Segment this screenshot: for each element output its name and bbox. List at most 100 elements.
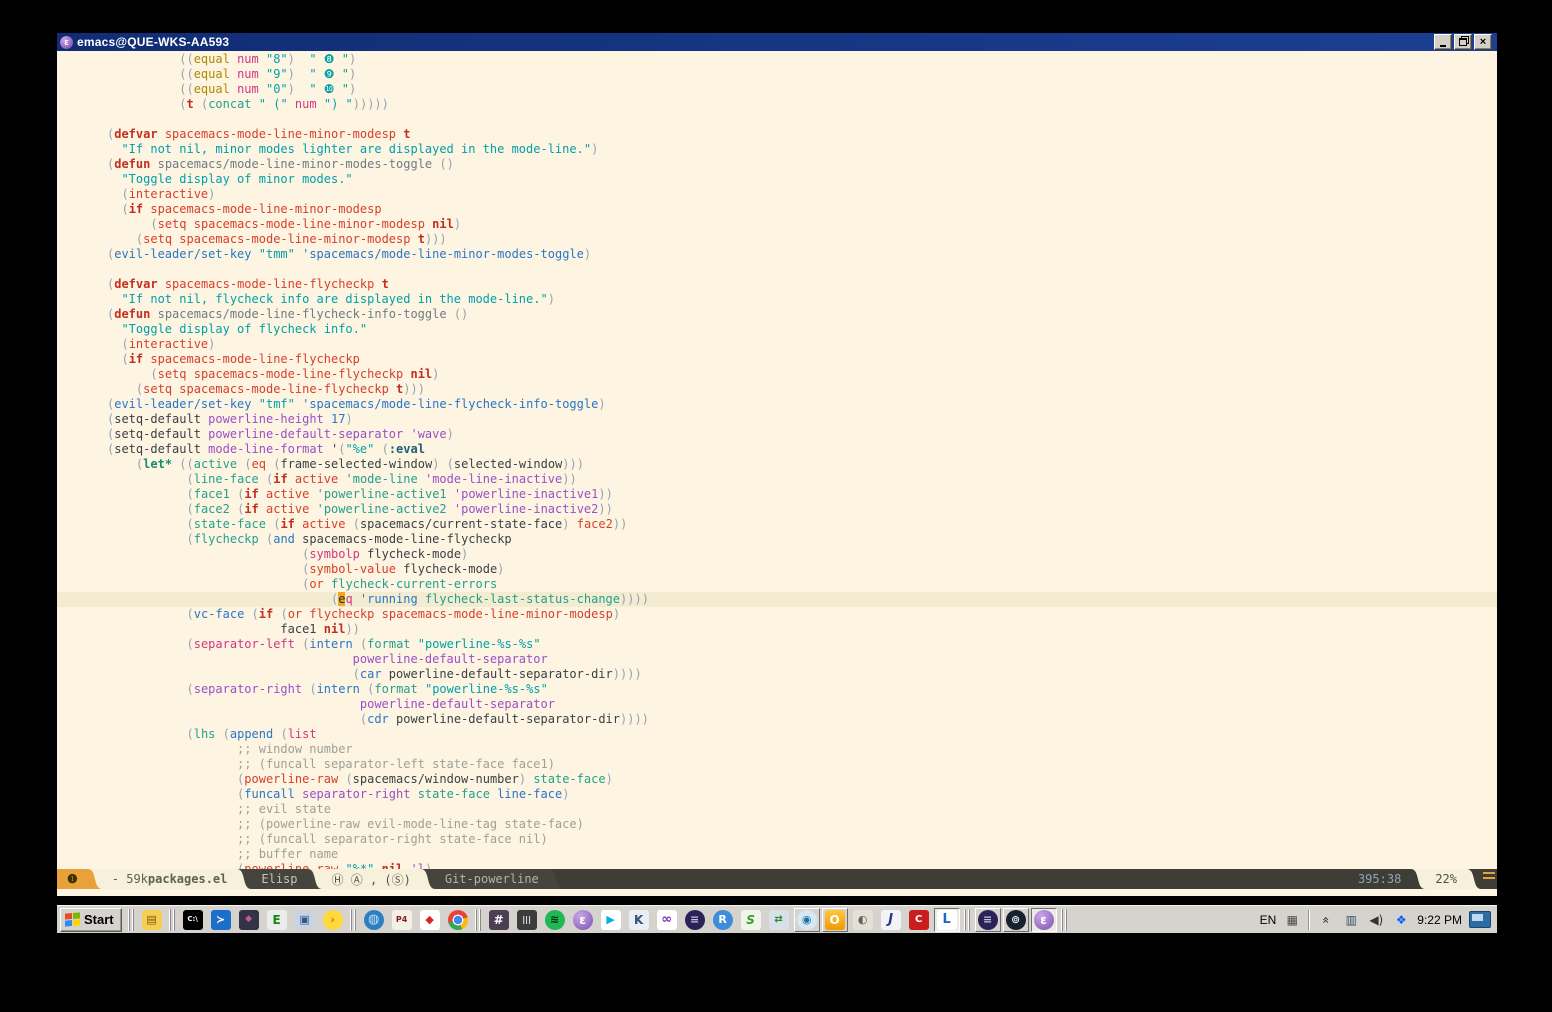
code-line: (line-face (if active 'mode-line 'mode-l…: [57, 472, 1497, 487]
ruby-icon-glyph: ◆: [420, 910, 440, 930]
gplay-icon[interactable]: ▶: [598, 908, 624, 932]
code-line: (powerline-raw (spacemacs/window-number)…: [57, 772, 1497, 787]
taskbar-grip[interactable]: [1061, 909, 1068, 931]
code-line: (face2 (if active 'powerline-active2 'po…: [57, 502, 1497, 517]
perforce-icon[interactable]: P4: [389, 908, 415, 932]
steam-icon[interactable]: ⊚: [1003, 908, 1029, 932]
taskbar-grip[interactable]: [964, 909, 971, 931]
modeline-minor-modes[interactable]: Ⓗ Ⓐ , (Ⓢ): [322, 869, 421, 889]
terminal-icon[interactable]: E: [264, 908, 290, 932]
code-line: (interactive): [57, 337, 1497, 352]
taskbar-grip[interactable]: [350, 909, 357, 931]
red-c-icon[interactable]: C: [906, 908, 932, 932]
emacs-icon-glyph: ε: [573, 910, 593, 930]
keepass-icon-glyph: K: [629, 910, 649, 930]
language-indicator[interactable]: EN: [1260, 913, 1277, 927]
minimize-icon: [1440, 45, 1446, 47]
code-line: ;; (funcall separator-right state-face n…: [57, 832, 1497, 847]
cyberduck-icon[interactable]: ›: [320, 908, 346, 932]
viewer-4d-icon[interactable]: ◉: [794, 908, 820, 932]
cmd-icon[interactable]: C:\: [180, 908, 206, 932]
taskbar-grip[interactable]: [169, 909, 176, 931]
chevron-up-icon[interactable]: «: [1317, 911, 1335, 929]
code-line: ;; evil state: [57, 802, 1497, 817]
code-line: (t (concat " (" num ") "))))): [57, 97, 1497, 112]
spotify-icon[interactable]: ≋: [542, 908, 568, 932]
modeline-buffer-percent[interactable]: 22%: [1425, 869, 1467, 889]
taskbar-grip[interactable]: [475, 909, 482, 931]
echo-area[interactable]: [57, 889, 1497, 896]
minimize-button[interactable]: [1434, 34, 1452, 50]
close-button[interactable]: ×: [1474, 34, 1492, 50]
powershell-icon[interactable]: ≻: [208, 908, 234, 932]
dropbox-icon[interactable]: ❖: [1392, 911, 1410, 929]
title-bar[interactable]: ε emacs@QUE-WKS-AA593 ×: [57, 33, 1497, 51]
code-line: powerline-default-separator: [57, 697, 1497, 712]
code-line: powerline-default-separator: [57, 652, 1497, 667]
modeline-window-number[interactable]: ❶: [57, 869, 88, 889]
l-viewer-icon-glyph: L: [937, 910, 957, 930]
infinity-icon-glyph: ∞: [657, 910, 677, 930]
modeline-version-control[interactable]: Git-powerline: [435, 869, 549, 889]
taskbar-grip[interactable]: [128, 909, 135, 931]
spotify-icon-glyph: ≋: [545, 910, 565, 930]
code-line: (lhs (append (list: [57, 727, 1497, 742]
eclipse2-icon[interactable]: ≡: [975, 908, 1001, 932]
folder-icon[interactable]: ▤: [139, 908, 165, 932]
network-icon[interactable]: ▥: [1342, 911, 1360, 929]
clock[interactable]: 9:22 PM: [1417, 913, 1462, 927]
chrome-icon[interactable]: [445, 908, 471, 932]
sync-pc-icon[interactable]: ⇄: [766, 908, 792, 932]
code-line: (setq spacemacs-mode-line-flycheckp nil): [57, 367, 1497, 382]
snake-icon[interactable]: S: [738, 908, 764, 932]
cmd-icon-glyph: C:\: [183, 910, 203, 930]
volume-icon[interactable]: ◀): [1367, 911, 1385, 929]
keyboard-icon[interactable]: ▦: [1283, 911, 1301, 929]
steam-icon-glyph: ⊚: [1006, 910, 1026, 930]
quick-launch: ▤C:\≻◆E▣›◍P4◆#|||≋ε▶K∞≡RS⇄◉O◐JCL≡⊚ε: [125, 908, 1071, 932]
outlook-icon[interactable]: O: [822, 908, 848, 932]
j-icon[interactable]: J: [878, 908, 904, 932]
emacs-app-icon: ε: [60, 36, 73, 49]
r-lang-icon[interactable]: R: [710, 908, 736, 932]
infinity-icon[interactable]: ∞: [654, 908, 680, 932]
keepass-icon[interactable]: K: [626, 908, 652, 932]
close-icon: ×: [1480, 37, 1486, 47]
tray-icons: ▦ « ▥ ◀) ❖: [1283, 910, 1410, 930]
gimp-icon[interactable]: ◐: [850, 908, 876, 932]
code-line: (setq spacemacs-mode-line-minor-modesp t…: [57, 232, 1497, 247]
l-viewer-icon[interactable]: L: [934, 908, 960, 932]
eclipse-icon[interactable]: ≡: [682, 908, 708, 932]
code-line: (symbolp flycheck-mode): [57, 547, 1497, 562]
emacs-active-icon[interactable]: ε: [1031, 908, 1057, 932]
show-desktop-icon[interactable]: [1469, 911, 1491, 928]
globe-icon[interactable]: ◍: [361, 908, 387, 932]
start-button[interactable]: Start: [60, 908, 122, 932]
modeline-major-mode[interactable]: Elisp: [251, 869, 307, 889]
code-line: ;; (funcall separator-left state-face fa…: [57, 757, 1497, 772]
code-line: (powerline-raw "%*" nil 'l): [57, 862, 1497, 869]
modeline-end-stub[interactable]: [1481, 869, 1497, 889]
outlook-icon-glyph: O: [825, 910, 845, 930]
modeline-line-column[interactable]: 395:38: [1348, 869, 1411, 889]
modeline-buffer-info[interactable]: - 59k packages.el: [102, 869, 238, 889]
editor-buffer[interactable]: ((equal num "8") " ❽ ") ((equal num "9")…: [57, 51, 1497, 869]
emacs-icon[interactable]: ε: [570, 908, 596, 932]
emacs-window: ε emacs@QUE-WKS-AA593 × ((equal num "8")…: [57, 33, 1497, 896]
hash-icon[interactable]: #: [486, 908, 512, 932]
remote-pc-icon[interactable]: ▣: [292, 908, 318, 932]
code-line: (setq-default mode-line-format '("%e" (:…: [57, 442, 1497, 457]
restore-button[interactable]: [1454, 34, 1472, 50]
globe-icon-glyph: ◍: [364, 910, 384, 930]
system-tray: EN ▦ « ▥ ◀) ❖ 9:22 PM: [1260, 910, 1494, 930]
code-line: ((equal num "0") " ❿ "): [57, 82, 1497, 97]
bars-icon-glyph: |||: [517, 910, 537, 930]
bars-icon[interactable]: |||: [514, 908, 540, 932]
sync-pc-icon-glyph: ⇄: [769, 910, 789, 930]
ruby-icon[interactable]: ◆: [417, 908, 443, 932]
vs-icon[interactable]: ◆: [236, 908, 262, 932]
code-line: [57, 112, 1497, 127]
modeline-filler[interactable]: [563, 869, 1348, 889]
remote-pc-icon-glyph: ▣: [295, 910, 315, 930]
chrome-icon-glyph: [448, 910, 468, 930]
